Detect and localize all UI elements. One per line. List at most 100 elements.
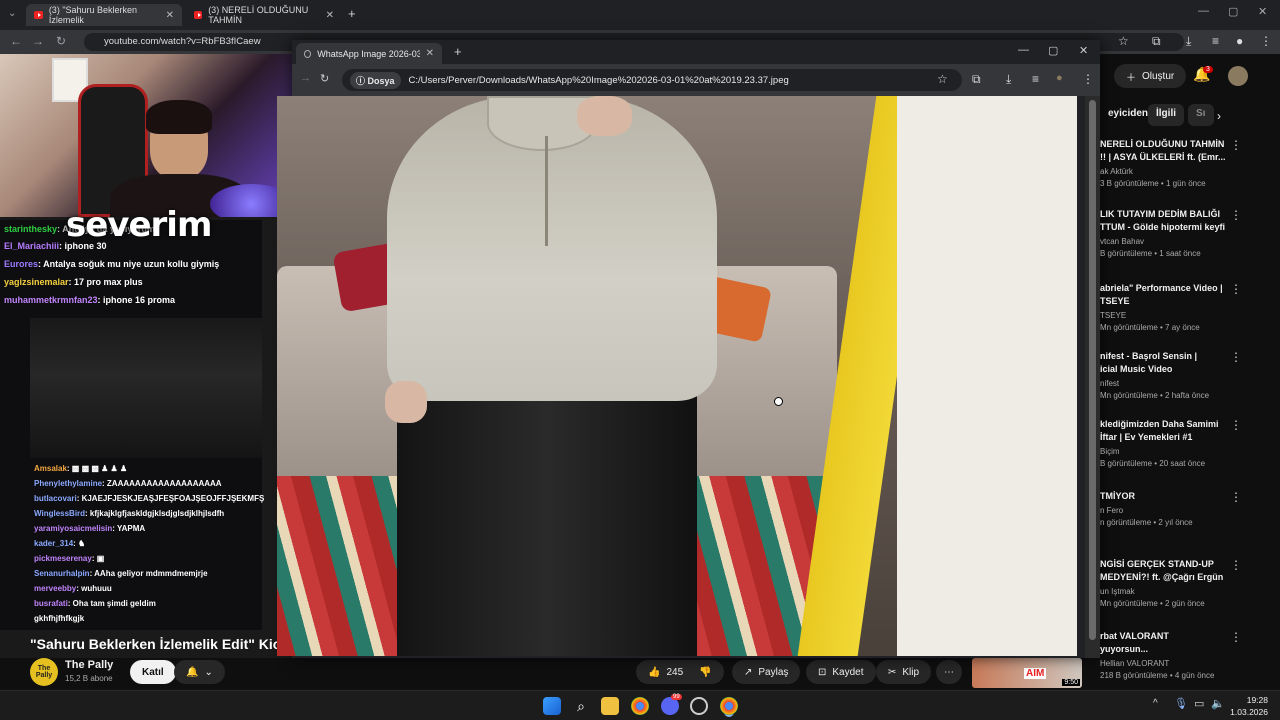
download-icon[interactable]: ⤓ — [1186, 34, 1191, 49]
recommendation-item[interactable]: klediğimizden Daha Samimi İftar | Ev Yeme… — [1100, 418, 1230, 470]
recommendation-title-cont: TTUM - Gölde hipotermi keyfi — [1100, 222, 1226, 232]
chip-related[interactable]: İlgili — [1148, 104, 1184, 126]
mic-icon[interactable]: 🎙 — [1174, 697, 1188, 710]
download-icon[interactable]: ⤓ — [1006, 72, 1011, 87]
next-video-thumbnail[interactable]: AIM 9:50 — [972, 658, 1082, 688]
share-icon: ↗ — [744, 666, 753, 678]
chat-msg: : ▣ — [91, 554, 105, 563]
recommendation-views: n görüntüleme • 2 yıl önce — [1100, 518, 1193, 527]
recommendation-item[interactable]: NGİSİ GERÇEK STAND-UP MEDYENİ?! ft. @Çağr… — [1100, 558, 1230, 610]
more-options-icon[interactable]: ⋮ — [1230, 418, 1242, 432]
system-clock[interactable]: 19:28 1.03.2026 — [1230, 694, 1268, 718]
chat-msg: : ZAAAAAAAAAAAAAAAAAAA — [102, 479, 222, 488]
more-actions-button[interactable]: ⋯ — [936, 660, 962, 684]
popup-scrollbar-thumb[interactable] — [1089, 100, 1096, 640]
recommendation-title: NGİSİ GERÇEK STAND-UP — [1100, 559, 1214, 569]
recommendation-views: Mn görüntüleme • 2 gün önce — [1100, 599, 1205, 608]
share-button[interactable]: ↗ Paylaş — [732, 660, 801, 684]
chat-user: Phenylethylamine — [34, 479, 103, 488]
bookmark-icon: ⊡ — [818, 666, 827, 678]
channel-name[interactable]: The Pally — [65, 659, 113, 671]
steam-icon[interactable] — [690, 697, 708, 715]
join-button[interactable]: Katıl — [130, 660, 176, 684]
close-icon[interactable]: ✕ — [426, 48, 434, 59]
media-icon[interactable]: ≡ — [1032, 72, 1039, 86]
create-button[interactable]: ＋ Oluştur — [1114, 64, 1187, 88]
more-options-icon[interactable]: ⋮ — [1230, 208, 1242, 222]
file-explorer-icon[interactable] — [601, 697, 619, 715]
recommendation-item[interactable]: NERELİ OLDUĞUNU TAHMİN !! | ASYA ÜLKELERİ… — [1100, 138, 1230, 190]
popup-url-field[interactable]: ⓘ Dosya C:/Users/Perver/Downloads/WhatsA… — [342, 69, 962, 91]
subscribed-bell-button[interactable]: 🔔 ⌄ — [174, 660, 225, 684]
chrome-active-icon[interactable] — [720, 697, 738, 715]
maximize-icon[interactable]: ▢ — [1048, 44, 1058, 57]
minimize-icon[interactable]: — — [1018, 44, 1029, 56]
reload-icon[interactable]: ↻ — [56, 34, 66, 48]
forward-icon[interactable]: → — [32, 34, 44, 48]
chevron-down-icon: ⌄ — [204, 666, 213, 678]
chrome-icon[interactable] — [631, 697, 649, 715]
more-options-icon[interactable]: ⋮ — [1230, 138, 1242, 152]
tab-search-icon[interactable]: ⌄ — [8, 8, 16, 19]
close-window-icon[interactable]: ✕ — [1079, 44, 1088, 57]
new-tab-icon[interactable]: + — [454, 44, 462, 59]
forward-icon[interactable]: → — [300, 72, 311, 84]
menu-icon[interactable]: ⋮ — [1082, 72, 1094, 86]
recommendation-channel: TSEYE — [1100, 311, 1127, 320]
close-window-icon[interactable]: ✕ — [1258, 5, 1267, 18]
more-options-icon[interactable]: ⋮ — [1230, 558, 1242, 572]
windows-start-icon[interactable] — [543, 697, 561, 715]
popup-address-bar: → ↻ ⓘ Dosya C:/Users/Perver/Downloads/Wh… — [292, 64, 1100, 96]
recommendation-channel: un Iştmak — [1100, 587, 1135, 596]
media-icon[interactable]: ≡ — [1212, 34, 1219, 48]
tab-sahuru[interactable]: (3) "Sahuru Beklerken İzlemelik ✕ — [26, 4, 182, 26]
extensions-icon[interactable]: ⧉ — [972, 72, 981, 87]
profile-icon[interactable]: ● — [1056, 72, 1063, 84]
more-options-icon[interactable]: ⋮ — [1230, 490, 1242, 504]
recommendation-channel: vtcan Bahav — [1100, 237, 1145, 246]
tray-chevron-icon[interactable]: ^ — [1153, 698, 1158, 709]
recommendation-item[interactable]: abriela" Performance Video | TSEYE TSEYE Mn… — [1100, 282, 1230, 334]
like-button[interactable]: 👍 245 👎 — [636, 660, 724, 684]
recommendation-item[interactable]: nifest - Başrol Sensin | icial Music Vide… — [1100, 350, 1230, 402]
url-text: youtube.com/watch?v=RbFB3fICaew — [104, 36, 261, 47]
scissors-icon: ✂ — [888, 666, 897, 678]
recommendation-item[interactable]: TMİYOR n Fero n görüntüleme • 2 yıl önce — [1100, 490, 1230, 529]
search-icon[interactable]: ⌕ — [572, 697, 590, 715]
volume-icon[interactable]: 🔈 — [1211, 697, 1225, 710]
recommendation-item[interactable]: rbat VALORANT yuyorsun... Hellian VALORANT… — [1100, 630, 1230, 682]
more-options-icon[interactable]: ⋮ — [1230, 350, 1242, 364]
chevron-right-icon[interactable]: › — [1217, 109, 1221, 123]
subscriber-count: 15,2 B abone — [65, 674, 113, 683]
close-icon[interactable]: ✕ — [326, 10, 334, 21]
recommendation-title: TMİYOR — [1100, 491, 1135, 501]
chat-line: pickmeserenay: ▣ — [34, 554, 104, 563]
thumbs-down-icon[interactable]: 👎 — [699, 667, 711, 678]
chat-user: El_Mariachiii — [4, 241, 60, 251]
menu-icon[interactable]: ⋮ — [1260, 34, 1272, 48]
extensions-icon[interactable]: ⧉ — [1152, 34, 1161, 49]
bookmark-star-icon[interactable]: ☆ — [937, 72, 948, 86]
recommendation-channel: Hellian VALORANT — [1100, 659, 1170, 668]
channel-avatar[interactable]: The Pally — [30, 658, 58, 686]
recommendation-item[interactable]: LIK TUTAYIM DEDİM BALIĞI TTUM - Gölde hip… — [1100, 208, 1230, 260]
network-icon[interactable]: ▭ — [1194, 697, 1204, 710]
save-button[interactable]: ⊡ Kaydet — [806, 660, 876, 684]
more-icon: ⋯ — [944, 666, 954, 678]
tab-nereli[interactable]: (3) NERELİ OLDUĞUNU TAHMİN ✕ — [186, 4, 342, 26]
more-options-icon[interactable]: ⋮ — [1230, 282, 1242, 296]
reload-icon[interactable]: ↻ — [320, 72, 329, 85]
bookmark-star-icon[interactable]: ☆ — [1118, 34, 1129, 48]
maximize-icon[interactable]: ▢ — [1228, 5, 1238, 18]
new-tab-icon[interactable]: + — [348, 6, 356, 21]
profile-icon[interactable]: ● — [1236, 34, 1243, 48]
clip-button[interactable]: ✂ Klip — [876, 660, 932, 684]
minimize-icon[interactable]: — — [1198, 5, 1209, 17]
back-icon[interactable]: ← — [10, 34, 22, 48]
more-options-icon[interactable]: ⋮ — [1230, 630, 1242, 644]
account-avatar[interactable] — [1228, 66, 1248, 86]
close-icon[interactable]: ✕ — [166, 10, 174, 21]
chip-more[interactable]: Sı — [1188, 104, 1214, 126]
popup-tab[interactable]: WhatsApp Image 2026-03-01 ✕ — [296, 43, 442, 64]
displayed-photo[interactable] — [277, 96, 1077, 656]
